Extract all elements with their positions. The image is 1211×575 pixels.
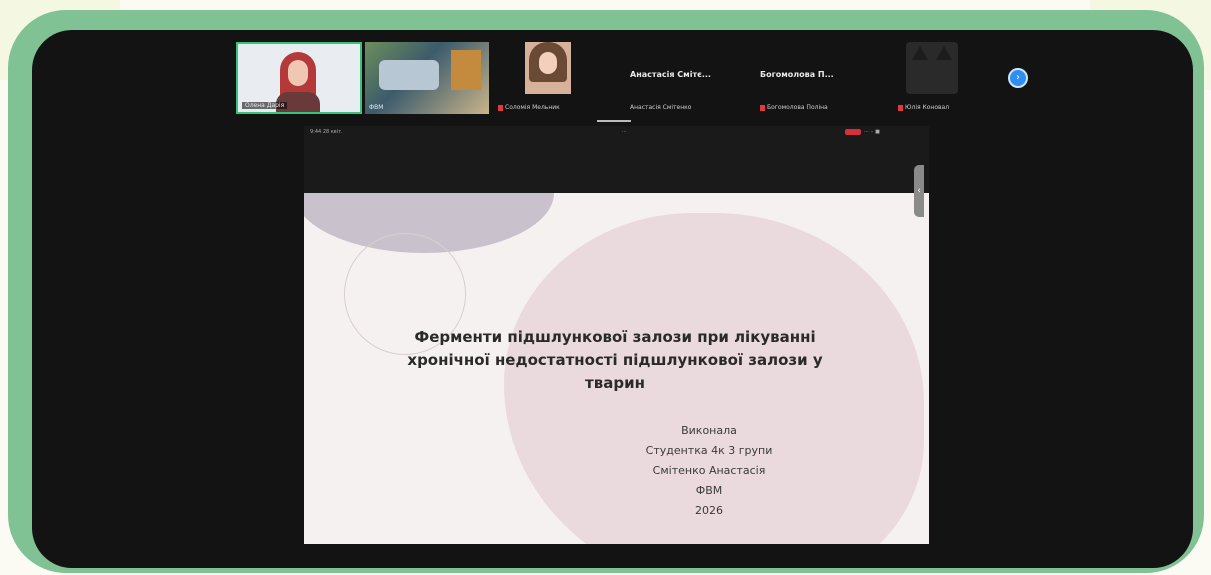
next-participants-button[interactable]: › xyxy=(1008,68,1028,88)
shared-time: 9:44 28 квіт. xyxy=(310,129,343,135)
avatar xyxy=(525,42,571,94)
shared-notch: ··· xyxy=(622,129,627,135)
author-line: Смітенко Анастасія xyxy=(652,464,766,477)
author-line: Студентка 4к 3 групи xyxy=(645,444,773,457)
participant-tile[interactable]: Богомолова П... Богомолова Поліна xyxy=(754,42,882,114)
participant-name: Анастасія Смітенко xyxy=(630,104,692,111)
participant-name: Юлія Коновал xyxy=(905,104,950,111)
participant-tile[interactable]: Юлія Коновал xyxy=(898,42,966,114)
strip-scroll-indicator[interactable] xyxy=(597,120,631,122)
author-line: ФВМ xyxy=(695,484,723,497)
shared-screen: 9:44 28 квіт. ··· ··· ·· ■ Ферменти підш… xyxy=(304,126,929,544)
chevron-right-icon: › xyxy=(1016,72,1020,83)
mic-muted-icon xyxy=(760,104,765,111)
participant-tile[interactable]: Олена Дарія xyxy=(236,42,362,114)
participant-tile[interactable]: Соломія Мельник xyxy=(494,42,622,114)
participant-name: Соломія Мельник xyxy=(505,104,560,111)
participant-name: ФВМ xyxy=(369,104,384,111)
presentation-slide: Ферменти підшлункової залози при лікуван… xyxy=(304,193,929,544)
shared-status-bar: 9:44 28 квіт. ··· ··· ·· ■ xyxy=(304,126,929,138)
slide-title: Ферменти підшлункової залози при лікуван… xyxy=(407,328,823,392)
meeting-window: Олена Дарія ФВМ Соломія Мельник Анастасі… xyxy=(32,30,1193,568)
participant-display-name: Анастасія Смітє... xyxy=(630,70,711,79)
participant-name: Богомолова Поліна xyxy=(767,104,828,111)
shared-status-icons: ··· ·· ■ xyxy=(864,129,880,135)
mic-muted-icon xyxy=(498,104,503,111)
participant-display-name: Богомолова П... xyxy=(760,70,834,79)
slide-author-info: Виконала Студентка 4к 3 групи Смітенко А… xyxy=(604,421,814,521)
author-line: Виконала xyxy=(681,424,737,437)
participant-tile[interactable]: ФВМ xyxy=(365,42,489,114)
recording-badge xyxy=(845,129,861,135)
avatar xyxy=(906,42,958,94)
side-panel-toggle[interactable]: ‹ xyxy=(914,165,924,217)
participant-tile[interactable]: Анастасія Смітє... Анастасія Смітенко xyxy=(624,42,752,114)
chevron-left-icon: ‹ xyxy=(917,186,921,196)
participant-name: Олена Дарія xyxy=(242,102,288,109)
author-line: 2026 xyxy=(695,504,723,517)
mic-muted-icon xyxy=(898,104,903,111)
